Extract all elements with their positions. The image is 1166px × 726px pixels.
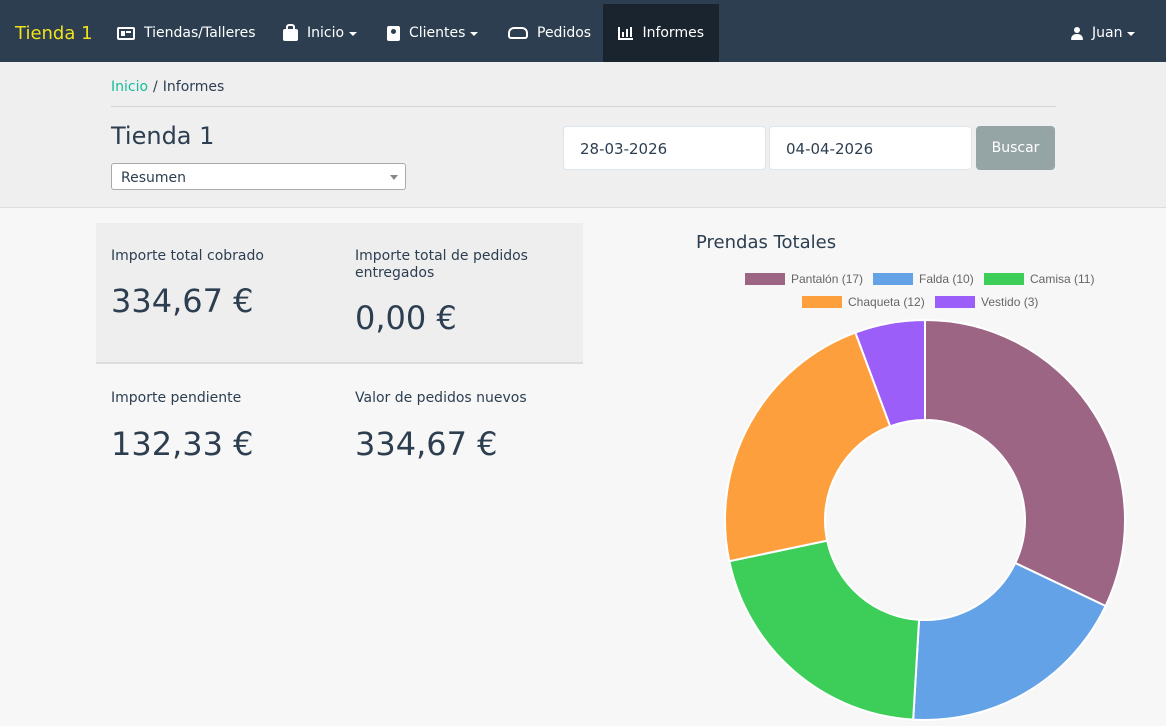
donut-chart <box>724 318 1126 721</box>
donut-slice-camisa[interactable] <box>728 539 921 721</box>
donut-slice-chaqueta[interactable] <box>724 331 892 563</box>
donut-slice-pantalon[interactable] <box>924 318 1126 608</box>
